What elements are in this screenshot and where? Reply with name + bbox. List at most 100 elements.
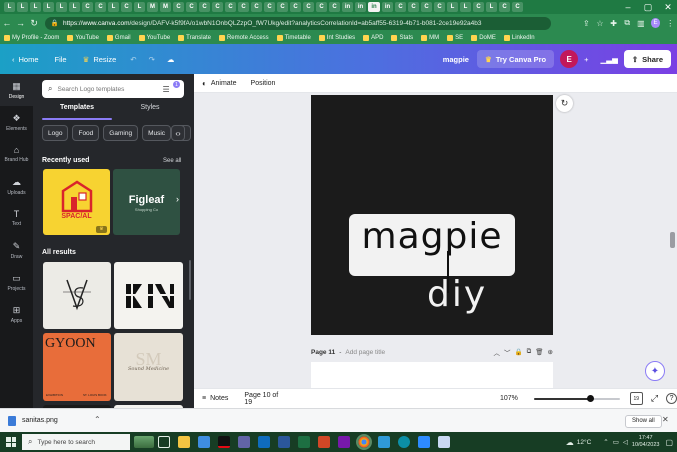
forward-icon[interactable]: → [14,18,28,28]
recent-template-figleaf[interactable]: Figleaf Shopping Co [113,169,180,235]
minimize-window-icon[interactable]: – [619,2,637,12]
browser-tab[interactable]: C [473,2,484,12]
outlook-icon[interactable] [258,436,270,448]
undo-button[interactable]: ↶ [124,50,142,68]
cloud-save-button[interactable]: ☁ [161,50,181,68]
rail-item-draw[interactable]: ✎ Draw [0,234,33,266]
help-icon[interactable]: ? [666,393,677,404]
bookmark-item[interactable]: YouTube [138,35,170,41]
zoom-level[interactable]: 107% [500,395,518,402]
lock-page-icon[interactable]: 🔒 [515,348,523,356]
browser-profile-avatar[interactable]: E [650,18,661,28]
file-menu-button[interactable]: File [47,50,75,68]
result-template-sound-medicine[interactable]: SM Sound Medicine [114,333,183,401]
chips-next-button[interactable]: ‹› [171,125,185,141]
browser-tab[interactable]: C [264,2,275,12]
page-down-icon[interactable]: ﹀ [504,347,511,357]
bookmark-item[interactable]: APD [363,35,383,41]
fullscreen-icon[interactable]: ⤢ [651,393,658,404]
recent-template-spacial[interactable]: SPAC/AL ♛ [43,169,110,235]
browser-tab[interactable]: C [512,2,523,12]
browser-tab[interactable]: C [121,2,132,12]
tray-overflow-icon[interactable]: ⌃ [603,438,608,446]
browser-tab[interactable]: C [238,2,249,12]
teams-icon[interactable] [238,436,250,448]
task-view-icon[interactable] [158,436,170,448]
search-input[interactable] [57,85,158,93]
bookmark-item[interactable]: Gmail [106,35,131,41]
bookmark-item[interactable]: LinkedIn [503,35,535,41]
browser-tab[interactable]: C [212,2,223,12]
notifications-icon[interactable]: ▢ [665,438,673,447]
browser-tab[interactable]: L [17,2,28,12]
page-count[interactable]: Page 10 of 19 [244,392,288,406]
result-template-gyoon[interactable]: GYOON EXHIBITION ST. LOUIS BOOK [43,333,111,401]
extensions-puzzle-icon[interactable]: ⧉ [620,18,634,28]
add-page-icon[interactable]: ⊕ [548,348,553,356]
redo-button[interactable]: ↷ [143,50,161,68]
user-avatar[interactable]: E [560,50,579,68]
browser-tab[interactable]: L [460,2,471,12]
edge-icon[interactable] [398,436,410,448]
browser-tab[interactable]: C [329,2,340,12]
word-icon[interactable] [278,436,290,448]
category-chip[interactable]: Food [72,125,100,141]
browser-menu-icon[interactable]: ⋮ [663,19,677,28]
browser-tab[interactable]: C [499,2,510,12]
browser-tab[interactable]: L [108,2,119,12]
share-page-icon[interactable]: ⇪ [579,19,593,28]
see-all-link[interactable]: See all [163,158,181,164]
browser-tab[interactable]: L [486,2,497,12]
rail-item-design[interactable]: ▦ Design [0,74,33,106]
home-button[interactable]: ‹ Home [4,50,47,68]
animate-button[interactable]: ◐ Animate [202,79,237,88]
browser-tab[interactable]: L [69,2,80,12]
download-item-menu-icon[interactable]: ⌃ [94,415,101,424]
rail-item-brand-hub[interactable]: ⌂ Brand Hub [0,138,33,170]
bookmark-item[interactable]: Timetable [276,35,311,41]
close-downloads-icon[interactable]: ✕ [662,415,669,424]
zoom-app-icon[interactable] [418,436,430,448]
bookmark-item[interactable]: Translate [178,35,211,41]
zoom-slider-knob[interactable] [586,394,594,402]
close-window-icon[interactable]: ✕ [659,2,677,13]
page-grid-button[interactable]: 19 [629,392,643,405]
try-canva-pro-button[interactable]: ♛ Try Canva Pro [476,50,555,68]
browser-tab[interactable]: C [316,2,327,12]
browser-tab[interactable]: C [434,2,445,12]
design-name[interactable]: magpie [435,50,477,68]
browser-tab[interactable]: in [368,2,380,12]
volume-icon[interactable]: ◁ [623,438,628,446]
clock[interactable]: 17:47 10/04/2023 [632,435,660,449]
browser-tab[interactable]: L [43,2,54,12]
bookmark-star-icon[interactable]: ☆ [593,19,607,28]
back-icon[interactable]: ← [0,18,14,28]
vscode-icon[interactable] [378,436,390,448]
next-design-page[interactable] [311,362,553,388]
chrome-icon[interactable] [356,434,372,450]
rail-item-apps[interactable]: ⊞ Apps [0,298,33,330]
notepad-icon[interactable] [438,436,450,448]
category-chip[interactable]: Logo [42,125,69,141]
tab-styles[interactable]: Styles [115,104,185,118]
netflix-icon[interactable] [218,436,230,448]
design-page[interactable]: magpie diy [311,95,553,335]
panel-scrollbar[interactable] [189,260,191,300]
result-template-vs[interactable] [43,262,111,329]
browser-tab[interactable]: C [303,2,314,12]
browser-tab[interactable]: L [30,2,41,12]
browser-tab[interactable]: in [382,2,393,12]
share-button[interactable]: ⇧ Share [623,50,671,68]
category-chip[interactable]: Music [142,125,172,141]
rail-item-text[interactable]: T Text [0,202,33,234]
diy-wordmark[interactable]: diy [427,275,497,315]
maximize-window-icon[interactable]: ▢ [639,2,657,13]
magpie-wordmark[interactable]: magpie [349,217,515,257]
browser-tab[interactable]: L [134,2,145,12]
bookmark-item[interactable]: DoME [471,35,496,41]
windows-store-icon[interactable] [198,436,210,448]
browser-tab[interactable]: L [56,2,67,12]
resize-button[interactable]: ♛ Resize [75,50,125,68]
browser-tab[interactable]: C [395,2,406,12]
browser-tab[interactable]: C [277,2,288,12]
